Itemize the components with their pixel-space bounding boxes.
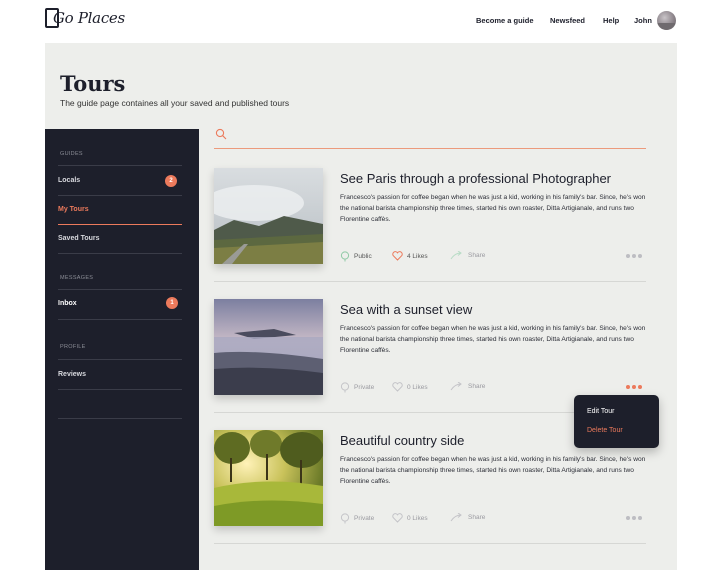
more-options-button[interactable] [626,254,644,258]
sidebar-item-label: Saved Tours [58,235,100,242]
sidebar-item-my-tours[interactable]: My Tours [58,196,182,224]
edit-tour-menu-item[interactable]: Edit Tour [587,408,615,415]
tour-title[interactable]: See Paris through a professional Photogr… [340,171,611,186]
sidebar-heading-messages: MESSAGES [60,275,94,281]
likes-button[interactable]: 0 Likes [392,513,428,523]
sidebar-item-saved-tours[interactable]: Saved Tours [58,225,182,253]
sidebar-heading-profile: PROFILE [60,344,86,350]
globe-pin-icon [340,382,350,393]
divider [58,359,182,360]
tour-image-mountain-road[interactable] [214,168,323,264]
sidebar-item-inbox[interactable]: Inbox 1 [58,290,182,318]
nav-help[interactable]: Help [603,16,619,25]
visibility-status[interactable]: Private [340,382,374,393]
delete-tour-menu-item[interactable]: Delete Tour [587,427,623,434]
likes-button[interactable]: 4 Likes [392,251,428,261]
tour-description: Francesco's passion for coffee began whe… [340,456,646,485]
tour-image-countryside[interactable] [214,430,323,526]
sidebar-item-label: Reviews [58,371,87,378]
page-subtitle: The guide page containes all your saved … [60,98,290,108]
search-input[interactable] [232,128,632,142]
globe-pin-icon [340,513,350,524]
share-button[interactable]: Share [450,382,485,391]
visibility-label: Public [354,253,372,260]
more-options-button[interactable] [626,516,644,520]
tour-description: Francesco's passion for coffee began whe… [340,194,646,223]
divider [214,281,646,282]
tour-card: See Paris through a professional Photogr… [214,168,646,299]
sidebar-item-label: My Tours [58,206,89,213]
nav-become-a-guide[interactable]: Become a guide [476,16,534,25]
tour-card: Beautiful country side Francesco's passi… [214,430,646,561]
likes-count: 0 Likes [407,383,428,391]
share-arrow-icon [450,513,462,522]
divider [58,165,182,166]
heart-icon [392,251,403,261]
likes-button[interactable]: 0 Likes [392,382,428,392]
count-badge: 1 [166,297,178,309]
more-options-button[interactable] [626,385,644,389]
sidebar: GUIDES Locals 2 My Tours Saved Tours MES… [45,129,199,570]
tour-description: Francesco's passion for coffee began whe… [340,325,646,354]
share-label: Share [468,252,486,259]
globe-pin-icon [340,251,350,262]
tour-title[interactable]: Beautiful country side [340,433,464,448]
share-button[interactable]: Share [450,251,485,260]
share-label: Share [468,514,486,521]
share-arrow-icon [450,382,462,391]
top-navigation-bar: Go Places Become a guide Newsfeed Help J… [0,0,720,43]
tour-image-sea-sunset[interactable] [214,299,323,395]
search-icon[interactable] [215,128,227,140]
logo-text: Go Places [53,9,125,27]
avatar[interactable] [657,11,676,30]
divider [58,389,182,390]
visibility-label: Private [354,515,375,522]
count-badge: 2 [165,175,177,187]
nav-newsfeed[interactable]: Newsfeed [550,16,585,25]
heart-icon [392,513,403,523]
share-arrow-icon [450,251,462,260]
likes-count: 0 Likes [407,514,428,522]
sidebar-item-label: Locals [58,177,81,184]
likes-count: 4 Likes [407,252,428,260]
share-button[interactable]: Share [450,513,485,522]
tour-options-menu: Edit Tour Delete Tour [574,395,659,448]
sidebar-heading-guides: GUIDES [60,151,83,157]
tour-title[interactable]: Sea with a sunset view [340,302,472,317]
user-name[interactable]: John [634,16,652,25]
divider [58,253,182,254]
sidebar-item-label: Inbox [58,300,77,307]
visibility-status[interactable]: Public [340,251,372,262]
page-title: Tours [60,71,126,96]
sidebar-item-reviews[interactable]: Reviews [58,361,182,389]
share-label: Share [468,383,486,390]
divider [58,319,182,320]
visibility-status[interactable]: Private [340,513,374,524]
heart-icon [392,382,403,392]
divider [214,543,646,544]
search-underline [214,148,646,149]
sidebar-item-locals[interactable]: Locals 2 [58,167,182,195]
logo[interactable]: Go Places [45,7,125,29]
visibility-label: Private [354,384,375,391]
divider [58,418,182,419]
